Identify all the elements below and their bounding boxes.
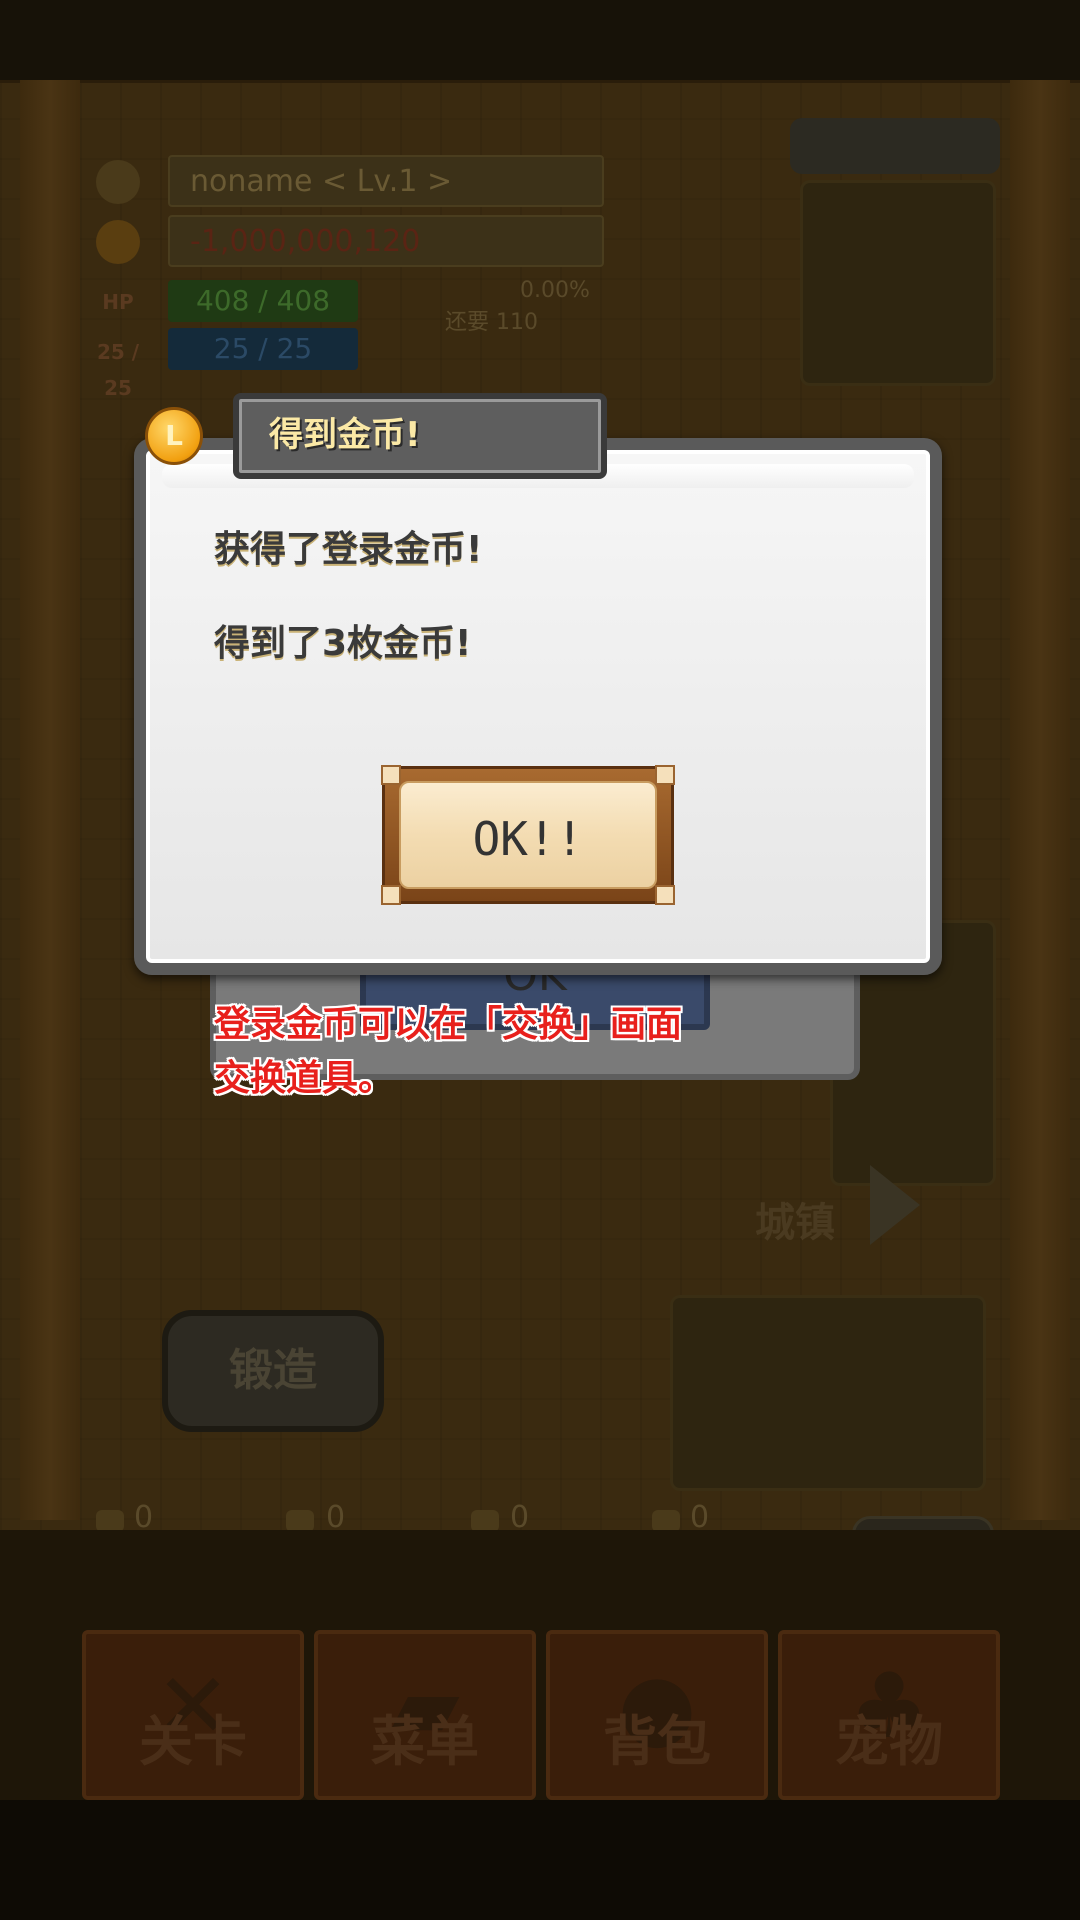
equipment-panel (800, 180, 996, 386)
town-label[interactable]: 城镇 (755, 1190, 835, 1248)
nav-tab-label: 菜单 (371, 1710, 479, 1773)
dialog-title: 得到金币! (269, 415, 421, 455)
right-wood-pillar (1010, 80, 1070, 1520)
nav-tab-label: 背包 (603, 1710, 711, 1773)
ok-corner-ornament (655, 765, 675, 785)
top-status-strip (0, 0, 1080, 83)
add-tp-button[interactable] (790, 118, 1000, 174)
drop-icon (652, 1510, 680, 1532)
exp-remaining: 还要 110 (445, 310, 538, 335)
dialog-title-tab: 得到金币! (233, 393, 607, 479)
bandage-icon (286, 1510, 314, 1532)
ok-button[interactable]: OK!! (381, 765, 675, 905)
tp-bar: 25 / 25 (168, 328, 358, 370)
nav-tab-label: 宠物 (835, 1710, 943, 1773)
exchange-hint-text: 登录金币可以在「交换」画面 交换道具。 (214, 998, 774, 1106)
hint-line-1: 登录金币可以在「交换」画面 (214, 1004, 683, 1045)
herb-icon (96, 1510, 124, 1532)
gold-coin-icon (96, 220, 140, 264)
town-arrow-icon[interactable] (870, 1165, 920, 1245)
ok-button-face: OK!! (399, 781, 657, 889)
storage-panel (670, 1295, 986, 1491)
login-coin-icon: L (145, 407, 203, 465)
ok-corner-ornament (381, 765, 401, 785)
exp-percent: 0.00% (520, 278, 590, 303)
nav-tab-label: 关卡 (139, 1710, 247, 1773)
ok-corner-ornament (655, 885, 675, 905)
bottom-dark-area (0, 1800, 1080, 1920)
left-wood-pillar (20, 80, 80, 1520)
dialog-message-2: 得到了3枚金币! (214, 623, 472, 664)
player-portrait-icon (96, 160, 140, 204)
feather-icon (471, 1510, 499, 1532)
hp-heart-icon: HP (102, 290, 134, 314)
ok-corner-ornament (381, 885, 401, 905)
hint-line-2: 交换道具。 (214, 1058, 395, 1099)
forge-button[interactable]: 锻造 (162, 1310, 384, 1432)
player-gold: -1,000,000,120 (168, 215, 604, 267)
nav-tab-backpack[interactable]: ● 背包 (546, 1630, 768, 1800)
nav-tab-menu[interactable]: ▰ 菜单 (314, 1630, 536, 1800)
ok-button-label: OK!! (472, 812, 584, 866)
tp-heart-icon: 25 / 25 (96, 340, 140, 400)
nav-tab-pet[interactable]: ♣ 宠物 (778, 1630, 1000, 1800)
hp-bar: 408 / 408 (168, 280, 358, 322)
dialog-message-1: 获得了登录金币! (214, 529, 483, 570)
nav-tab-stages[interactable]: ✕ 关卡 (82, 1630, 304, 1800)
player-name-level: noname < Lv.1 > (168, 155, 604, 207)
